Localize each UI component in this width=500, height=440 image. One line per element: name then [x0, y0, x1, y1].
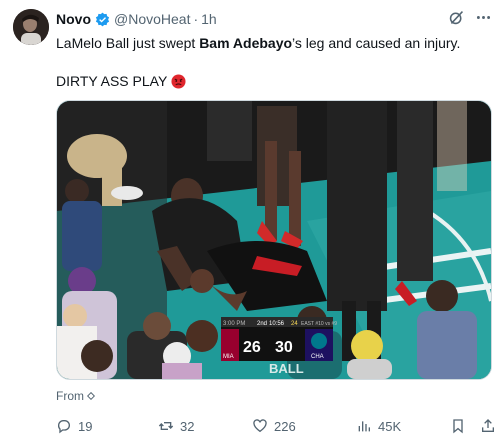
score-away-abbr: CHA — [311, 354, 324, 360]
scoreboard: 3:00 PM 2nd 10:56 24 EAST #10 vs #9 MIA … — [221, 317, 337, 361]
timestamp[interactable]: 1h — [201, 11, 217, 27]
from-label: From — [56, 389, 84, 403]
share-icon — [482, 419, 494, 432]
score-banner: EAST #10 vs #9 — [301, 321, 337, 327]
separator-dot: · — [193, 11, 199, 27]
score-quarter: 2nd — [257, 321, 267, 327]
like-count: 226 — [274, 418, 296, 434]
tweet-actions: 19 32 226 45K — [56, 416, 494, 436]
views-count: 45K — [378, 418, 402, 434]
tweet-text-bold: Bam Adebayo — [199, 35, 293, 51]
reply-count: 19 — [78, 418, 93, 434]
reply-icon — [57, 420, 70, 434]
from-attribution[interactable]: From — [56, 389, 96, 403]
user-name[interactable]: Novo — [56, 11, 91, 27]
score-home: 26 — [243, 339, 261, 356]
tweet-text-after: ’s leg and caused an injury. — [292, 35, 461, 51]
location-icon — [86, 389, 96, 403]
tweet-header: Novo @NovoHeat · 1h — [56, 9, 470, 29]
views-chart-icon — [358, 421, 370, 432]
bookmark-icon — [453, 419, 463, 434]
reply-button[interactable]: 19 — [56, 418, 92, 434]
user-handle[interactable]: @NovoHeat — [114, 11, 190, 27]
tweet-media-image[interactable]: 3:00 PM 2nd 10:56 24 EAST #10 vs #9 MIA … — [56, 100, 492, 380]
repost-icon — [158, 422, 174, 430]
score-shot-clock: 24 — [291, 321, 298, 327]
tweet-card: Novo @NovoHeat · 1h LaMelo Ball just swe… — [0, 0, 500, 440]
repost-count: 32 — [180, 418, 195, 434]
avatar[interactable] — [13, 9, 49, 45]
header-actions — [448, 9, 492, 31]
heart-icon — [253, 419, 267, 433]
tweet-text-line2: DIRTY ASS PLAY — [56, 72, 186, 90]
verified-badge-icon — [95, 12, 110, 27]
tweet-text-before: LaMelo Ball just swept — [56, 35, 200, 51]
more-options-icon[interactable] — [475, 9, 492, 31]
tweet-text: LaMelo Ball just swept Bam Adebayo’s leg… — [56, 34, 484, 52]
like-button[interactable]: 226 — [252, 418, 296, 434]
score-away: 30 — [275, 339, 293, 356]
grok-icon[interactable] — [448, 9, 465, 31]
angry-face-emoji-icon — [171, 73, 186, 89]
jersey-text: BALL — [269, 361, 304, 376]
score-clock: 10:56 — [269, 321, 285, 327]
views-button[interactable]: 45K — [356, 418, 401, 434]
repost-button[interactable]: 32 — [158, 418, 194, 434]
svg-text:3:00 PM: 3:00 PM — [223, 321, 245, 327]
share-button[interactable] — [480, 418, 496, 434]
bookmark-button[interactable] — [450, 418, 466, 434]
tweet-line2-text: DIRTY ASS PLAY — [56, 73, 168, 89]
score-home-abbr: MIA — [223, 354, 234, 360]
